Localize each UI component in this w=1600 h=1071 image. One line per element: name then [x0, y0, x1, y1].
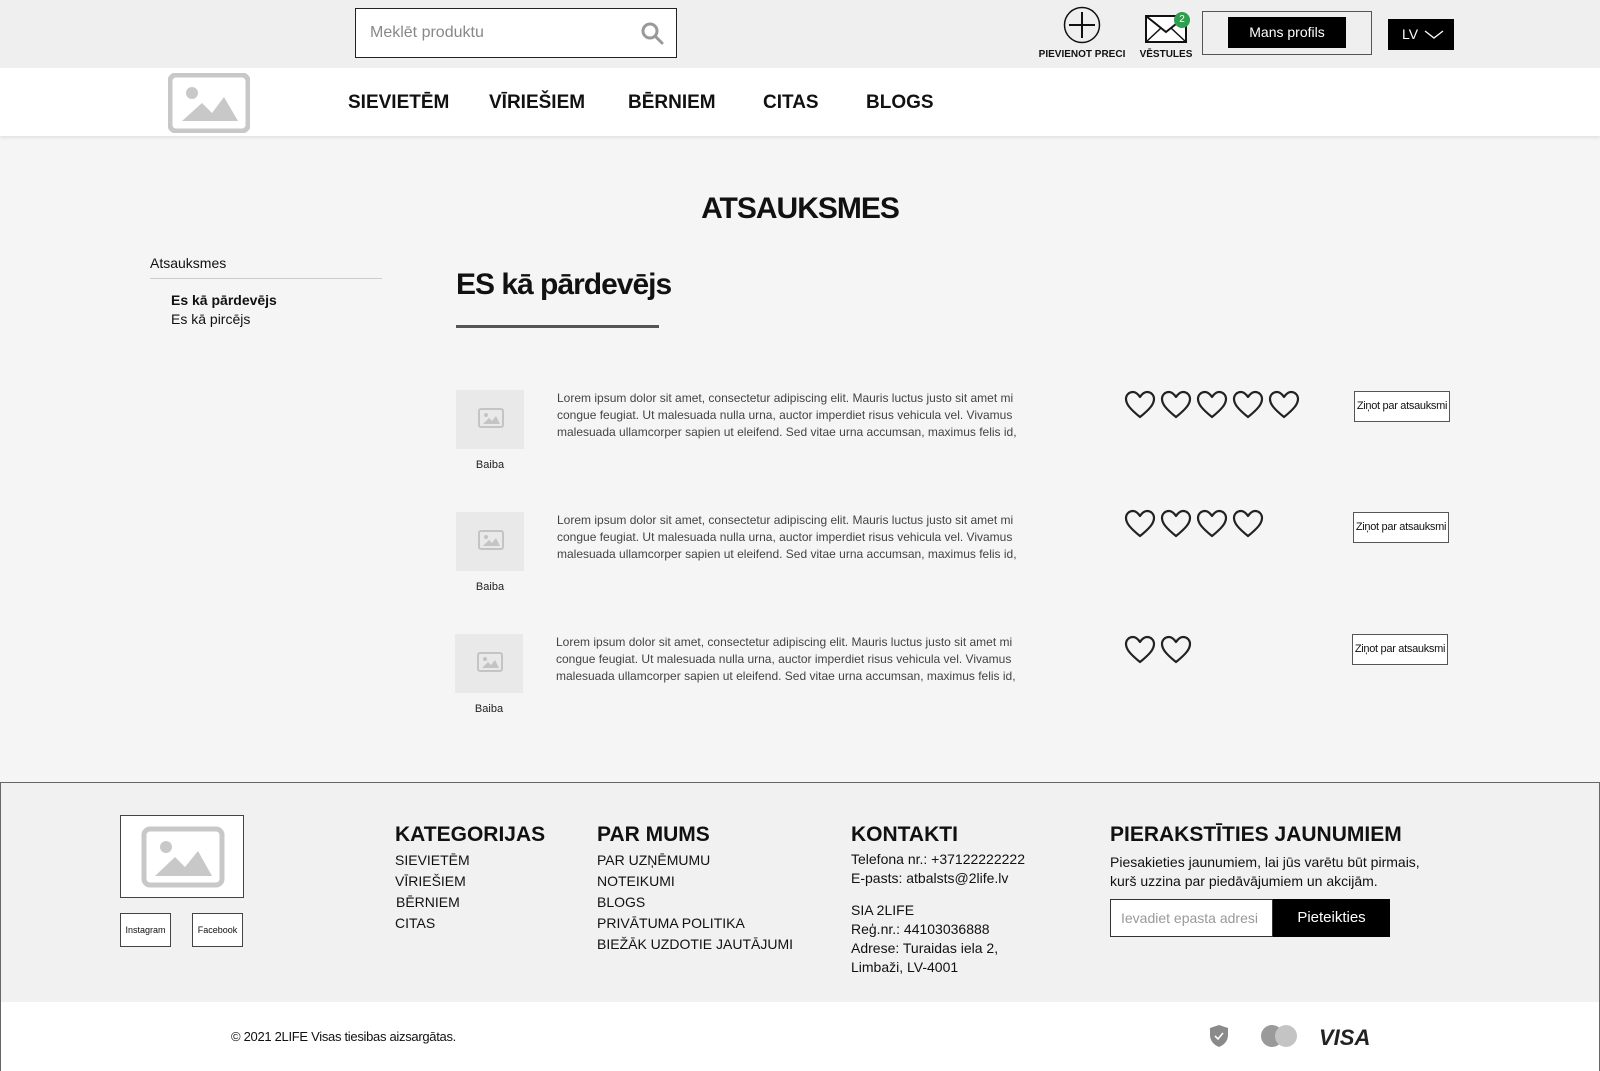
- language-value: LV: [1402, 26, 1419, 42]
- heart-icon: [1196, 509, 1228, 539]
- sidebar-divider: [150, 278, 382, 279]
- newsletter-text-line-1: Piesakieties jaunumiem, lai jūs varētu b…: [1110, 854, 1420, 870]
- heart-icon: [1160, 635, 1192, 665]
- messages-label: VĒSTULES: [1139, 49, 1193, 60]
- footer-categories-heading: KATEGORIJAS: [395, 823, 546, 846]
- review-item: Baiba Lorem ipsum dolor sit amet, consec…: [0, 509, 1600, 612]
- footer-contacts-heading: KONTAKTI: [851, 823, 958, 846]
- review-text: Lorem ipsum dolor sit amet, consectetur …: [557, 513, 1017, 561]
- sidebar-heading[interactable]: Atsauksmes: [150, 255, 226, 271]
- heart-icon: [1268, 390, 1300, 420]
- search-icon[interactable]: [640, 21, 664, 45]
- logo-placeholder-image-icon[interactable]: [168, 73, 250, 133]
- page-title: ATSAUKSMES: [701, 192, 900, 225]
- reviewer-name: Baiba: [475, 581, 505, 593]
- reviewer-name: Baiba: [475, 459, 505, 471]
- heart-icon: [1124, 509, 1156, 539]
- footer-link-kids[interactable]: BĒRNIEM: [396, 894, 460, 910]
- heart-icon: [1124, 390, 1156, 420]
- review-text: Lorem ipsum dolor sit amet, consectetur …: [556, 635, 1016, 683]
- search-box: [355, 8, 677, 58]
- heart-icon: [1124, 635, 1156, 665]
- newsletter-subscribe-button[interactable]: Pieteikties: [1273, 899, 1390, 937]
- rating-hearts: [1124, 635, 1196, 670]
- visa-text: VISA: [1319, 1026, 1370, 1048]
- main-nav: SIEVIETĒM VĪRIEŠIEM BĒRNIEM CITAS BLOGS: [0, 68, 1600, 136]
- nav-item-blogs[interactable]: BLOGS: [866, 92, 934, 114]
- heart-icon: [1160, 509, 1192, 539]
- image-placeholder-icon: [478, 408, 504, 428]
- contact-phone: Telefona nr.: +37122222222: [851, 851, 1025, 867]
- footer-logo[interactable]: [120, 815, 244, 898]
- language-select[interactable]: LV: [1388, 19, 1454, 50]
- contact-address-line-2: Limbaži, LV-4001: [851, 959, 959, 975]
- footer-link-faq[interactable]: BIEŽĀK UZDOTIE JAUTĀJUMI: [597, 936, 793, 952]
- nav-item-men[interactable]: VĪRIEŠIEM: [489, 92, 585, 114]
- sidebar-item-buyer[interactable]: Es kā pircējs: [171, 311, 250, 327]
- contact-reg-number: Reģ.nr.: 44103036888: [851, 921, 990, 937]
- review-item: Baiba Lorem ipsum dolor sit amet, consec…: [0, 390, 1600, 490]
- footer-link-terms[interactable]: NOTEIKUMI: [597, 873, 675, 889]
- profile-button[interactable]: Mans profils: [1228, 17, 1346, 48]
- copyright-text: © 2021 2LIFE Visas tiesibas aizsargātas.: [231, 1029, 456, 1044]
- profile-box: Mans profils: [1202, 11, 1372, 55]
- nav-item-women[interactable]: SIEVIETĒM: [348, 92, 449, 114]
- shield-icon: [1210, 1025, 1228, 1047]
- add-product-label: PIEVIENOT PRECI: [1038, 49, 1126, 60]
- chevron-down-icon: [1424, 30, 1444, 39]
- newsletter-email-input[interactable]: [1110, 899, 1273, 937]
- contact-address-line-1: Adrese: Turaidas iela 2,: [851, 940, 999, 956]
- report-review-button[interactable]: Ziņot par atsauksmi: [1354, 391, 1450, 422]
- image-placeholder-icon: [478, 530, 504, 550]
- reviewer-avatar: [455, 634, 523, 693]
- messages-count-badge: 2: [1174, 12, 1190, 28]
- bottom-bar: © 2021 2LIFE Visas tiesibas aizsargātas.…: [0, 1002, 1600, 1071]
- heart-icon: [1232, 509, 1264, 539]
- add-product-button[interactable]: PIEVIENOT PRECI: [1036, 6, 1128, 60]
- visa-icon: VISA: [1319, 1026, 1370, 1048]
- facebook-link[interactable]: Facebook: [192, 913, 243, 947]
- heart-icon: [1196, 390, 1228, 420]
- heart-icon: [1160, 390, 1192, 420]
- search-input[interactable]: [356, 9, 616, 57]
- footer-link-blogs[interactable]: BLOGS: [597, 894, 645, 910]
- section-underline: [456, 325, 659, 328]
- rating-hearts: [1124, 509, 1268, 544]
- footer-newsletter-heading: PIERAKSTĪTIES JAUNUMIEM: [1110, 823, 1402, 846]
- review-item: Baiba Lorem ipsum dolor sit amet, consec…: [0, 634, 1600, 734]
- rating-hearts: [1124, 390, 1304, 425]
- contact-email: E-pasts: atbalsts@2life.lv: [851, 870, 1009, 886]
- footer: Instagram Facebook KATEGORIJAS SIEVIETĒM…: [0, 782, 1600, 1002]
- section-title: ES kā pārdevējs: [456, 268, 672, 301]
- reviewer-name: Baiba: [474, 703, 504, 715]
- newsletter-text-line-2: kurš uzzina par piedāvājumiem un akcijām…: [1110, 873, 1378, 889]
- footer-link-men[interactable]: VĪRIEŠIEM: [395, 873, 466, 889]
- logo-placeholder-image-icon: [141, 826, 225, 888]
- review-text: Lorem ipsum dolor sit amet, consectetur …: [557, 391, 1017, 439]
- instagram-link[interactable]: Instagram: [120, 913, 171, 947]
- report-review-button[interactable]: Ziņot par atsauksmi: [1353, 512, 1449, 543]
- sidebar-item-seller[interactable]: Es kā pārdevējs: [171, 292, 277, 308]
- plus-circle-icon: [1063, 6, 1101, 44]
- top-bar: PIEVIENOT PRECI 2 VĒSTULES Mans profils …: [0, 0, 1600, 68]
- messages-button[interactable]: 2 VĒSTULES: [1136, 6, 1196, 60]
- nav-item-other[interactable]: CITAS: [763, 92, 819, 114]
- reviewer-avatar: [456, 390, 524, 449]
- nav-item-kids[interactable]: BĒRNIEM: [628, 92, 716, 114]
- footer-link-other[interactable]: CITAS: [395, 915, 435, 931]
- footer-link-privacy[interactable]: PRIVĀTUMA POLITIKA: [597, 915, 745, 931]
- mastercard-icon: [1261, 1025, 1297, 1047]
- image-placeholder-icon: [477, 652, 503, 672]
- heart-icon: [1232, 390, 1264, 420]
- footer-link-about-company[interactable]: PAR UZŅĒMUMU: [597, 852, 710, 868]
- footer-about-heading: PAR MUMS: [597, 823, 710, 846]
- reviewer-avatar: [456, 512, 524, 571]
- report-review-button[interactable]: Ziņot par atsauksmi: [1352, 634, 1448, 665]
- footer-link-women[interactable]: SIEVIETĒM: [395, 852, 470, 868]
- contact-company: SIA 2LIFE: [851, 902, 915, 918]
